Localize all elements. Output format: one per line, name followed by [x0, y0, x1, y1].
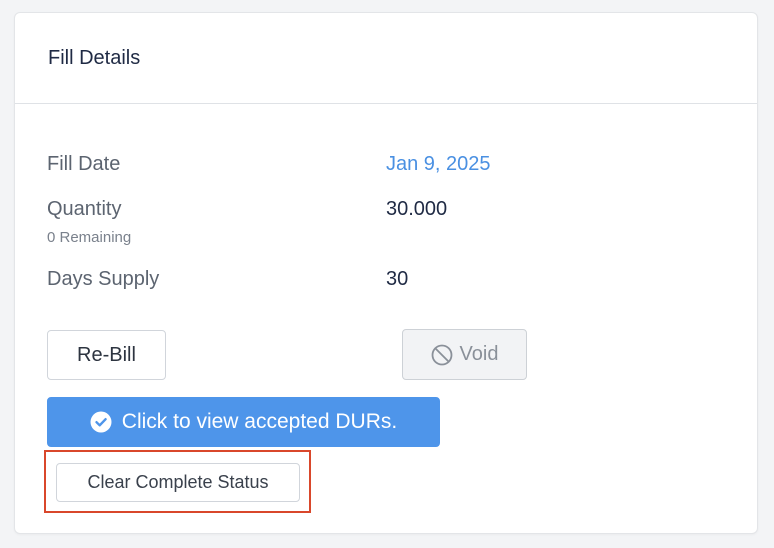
- days-supply-value: 30: [386, 268, 409, 290]
- days-supply-label: Days Supply: [47, 268, 160, 290]
- panel-header: Fill Details: [15, 13, 757, 104]
- quantity-label: Quantity: [47, 198, 122, 220]
- prohibited-icon: [431, 344, 453, 366]
- fill-date-label: Fill Date: [47, 153, 121, 175]
- quantity-remaining: 0 Remaining: [47, 229, 132, 246]
- void-button-label: Void: [459, 343, 499, 365]
- view-durs-button-label: Click to view accepted DURs.: [121, 410, 398, 433]
- fill-date-value-link[interactable]: Jan 9, 2025: [386, 152, 491, 176]
- clear-complete-status-label: Clear Complete Status: [87, 472, 269, 492]
- panel-title: Fill Details: [48, 47, 141, 69]
- rebill-button-label: Re-Bill: [77, 343, 136, 366]
- check-circle-icon: [90, 411, 112, 433]
- void-button[interactable]: Void: [402, 329, 527, 380]
- view-durs-button[interactable]: Click to view accepted DURs.: [47, 397, 440, 447]
- quantity-value: 30.000: [386, 198, 448, 220]
- rebill-button[interactable]: Re-Bill: [47, 330, 166, 380]
- clear-complete-status-button[interactable]: Clear Complete Status: [56, 463, 300, 502]
